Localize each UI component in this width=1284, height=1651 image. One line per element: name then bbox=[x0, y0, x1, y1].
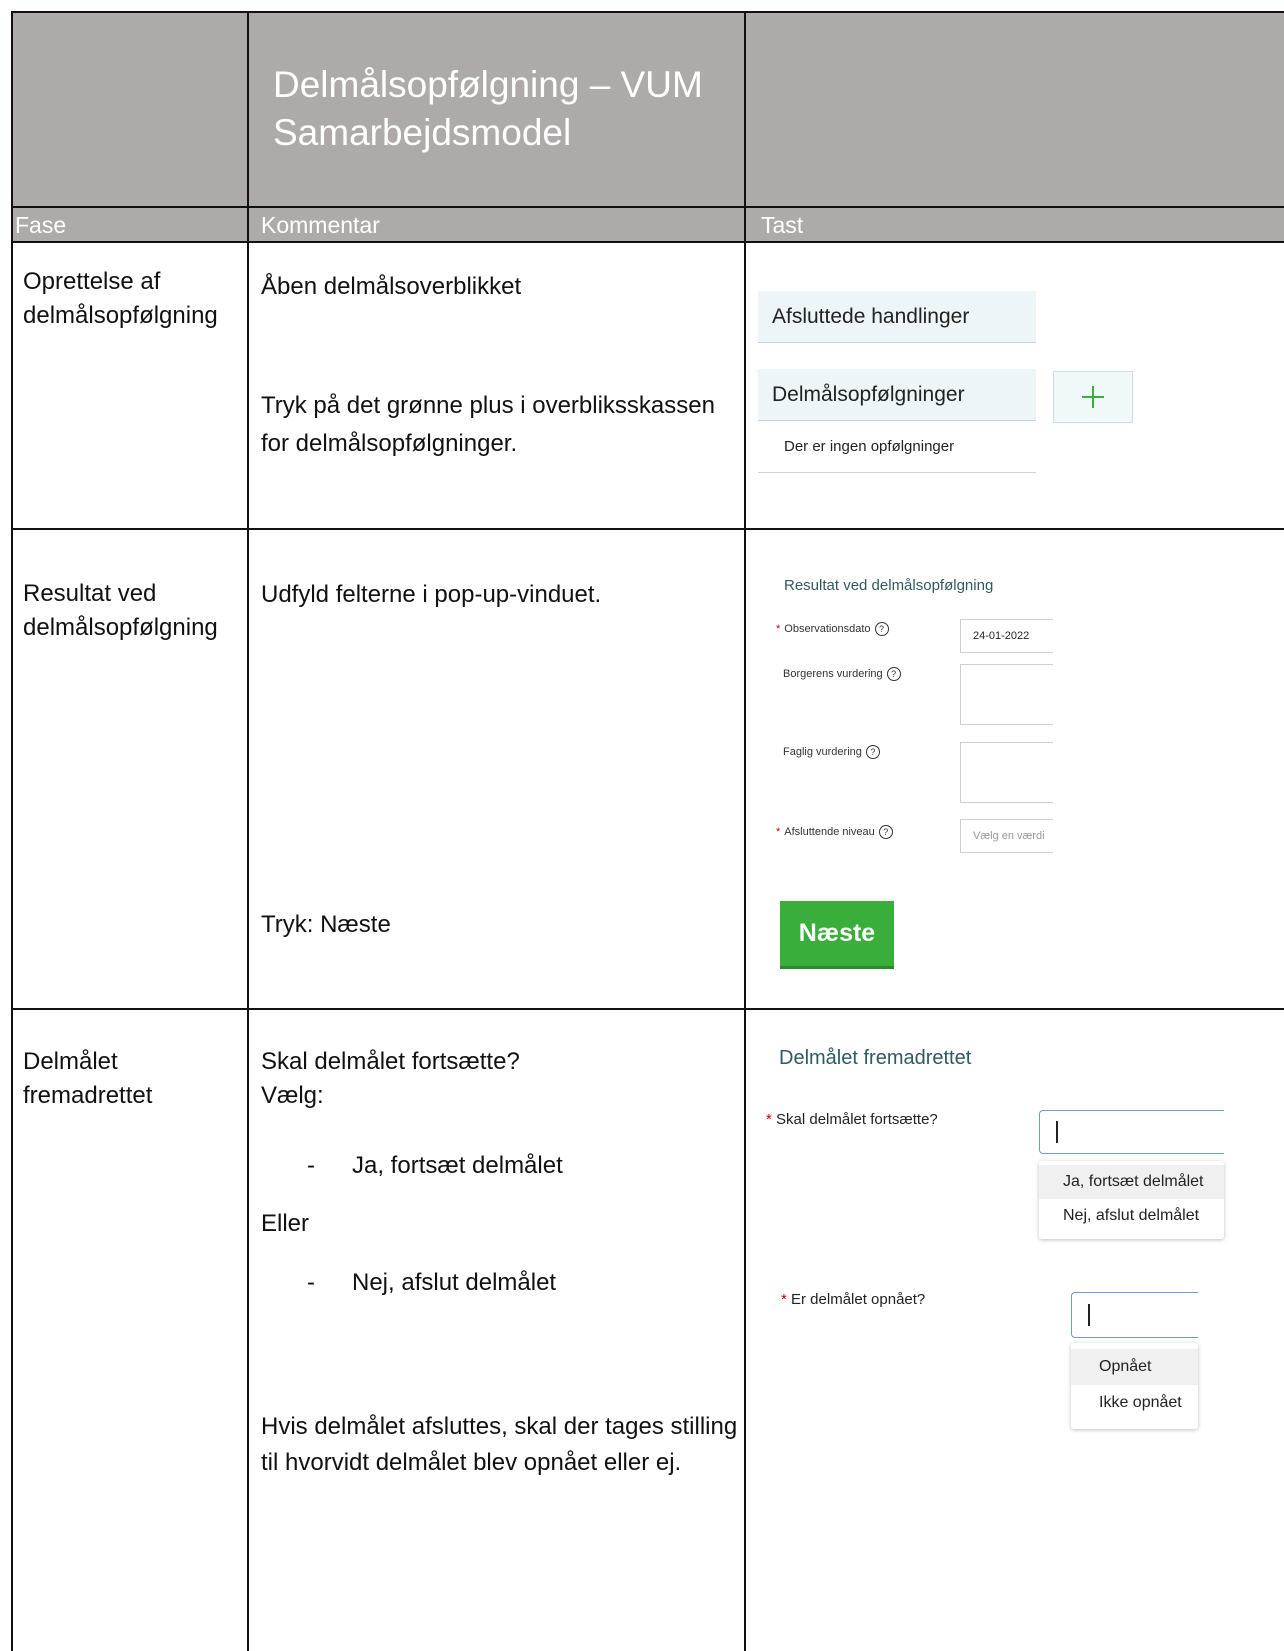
afsluttende-niveau-label: * Afsluttende niveau ? bbox=[776, 825, 893, 839]
row2-fase: Resultat ved delmålsopfølgning bbox=[23, 580, 218, 641]
required-mark: * bbox=[781, 1291, 787, 1308]
panel-title: Delmålsopfølgninger bbox=[772, 382, 965, 406]
table-divider-row1 bbox=[11, 528, 1284, 530]
header-kommentar: Kommentar bbox=[261, 212, 380, 238]
faglig-vurdering-label: Faglig vurdering ? bbox=[783, 745, 880, 759]
achieved-question-label: * Er delmålet opnået? bbox=[781, 1291, 925, 1308]
table-divider-row2 bbox=[11, 1008, 1284, 1010]
dropdown-option-opnaaet[interactable]: Opnået bbox=[1071, 1349, 1198, 1385]
required-mark: * bbox=[776, 826, 781, 838]
continue-select-input[interactable] bbox=[1039, 1110, 1224, 1154]
text-caret bbox=[1056, 1121, 1058, 1143]
table-border-top bbox=[11, 11, 1284, 13]
bullet-dash: - bbox=[307, 1152, 315, 1179]
row3-option-2: Nej, afslut delmålet bbox=[352, 1269, 557, 1296]
section-delmaalet-fremadrettet: Delmålet fremadrettet bbox=[779, 1047, 972, 1069]
row1-fase: Oprettelse af delmålsopfølgning bbox=[23, 268, 218, 329]
label-text: Skal delmålet fortsætte? bbox=[776, 1111, 938, 1128]
table-divider-title bbox=[11, 206, 1284, 208]
borgerens-vurdering-input[interactable] bbox=[960, 664, 1053, 725]
dropdown-option-ja[interactable]: Ja, fortsæt delmålet bbox=[1039, 1165, 1224, 1199]
observationsdato-label: * Observationsdato ? bbox=[776, 622, 889, 636]
dropdown-option-ikke-opnaaet[interactable]: Ikke opnået bbox=[1071, 1385, 1198, 1421]
label-text: Borgerens vurdering bbox=[783, 668, 883, 680]
dropdown-option-nej[interactable]: Nej, afslut delmålet bbox=[1039, 1199, 1224, 1233]
form-section-title: Resultat ved delmålsopfølgning bbox=[784, 577, 994, 594]
achieved-dropdown: Opnået Ikke opnået bbox=[1071, 1343, 1198, 1429]
header-fase: Fase bbox=[15, 212, 67, 238]
next-button[interactable]: Næste bbox=[780, 901, 894, 969]
header-band bbox=[11, 208, 1284, 243]
required-mark: * bbox=[776, 623, 781, 635]
table-divider-header bbox=[11, 241, 1284, 243]
row3-fase: Delmålet fremadrettet bbox=[23, 1048, 153, 1109]
plus-icon bbox=[1082, 386, 1104, 408]
borgerens-vurdering-label: Borgerens vurdering ? bbox=[783, 667, 901, 681]
help-icon[interactable]: ? bbox=[878, 825, 893, 839]
table-border-left bbox=[11, 11, 13, 1651]
row3-or: Eller bbox=[261, 1210, 310, 1237]
panel-empty-message: Der er ingen opfølgninger bbox=[758, 421, 1036, 473]
afsluttende-niveau-select[interactable]: Vælg en værdi bbox=[960, 819, 1053, 853]
document-table: Delmålsopfølgning – VUM Samarbejdsmodel … bbox=[11, 11, 1284, 1651]
input-value: 24-01-2022 bbox=[973, 630, 1030, 642]
panel-delmaalsopfoelgninger[interactable]: Delmålsopfølgninger bbox=[758, 369, 1036, 421]
row3-choose: Vælg: bbox=[261, 1082, 324, 1109]
help-icon[interactable]: ? bbox=[886, 667, 901, 681]
bullet-dash: - bbox=[307, 1269, 315, 1296]
text-caret bbox=[1088, 1304, 1090, 1326]
table-divider-col1 bbox=[247, 11, 249, 1651]
row3-note: Hvis delmålet afsluttes, skal der tages … bbox=[261, 1413, 738, 1476]
panel-afsluttede-handlinger[interactable]: Afsluttede handlinger bbox=[758, 291, 1036, 343]
faglig-vurdering-input[interactable] bbox=[960, 742, 1053, 803]
achieved-select-input[interactable] bbox=[1071, 1292, 1198, 1338]
row2-comment-2: Tryk: Næste bbox=[261, 911, 391, 938]
row1-comment-1: Åben delmålsoverblikket bbox=[261, 273, 522, 300]
add-followup-button[interactable] bbox=[1053, 371, 1133, 423]
document-title: Delmålsopfølgning – VUM Samarbejdsmodel bbox=[273, 64, 703, 153]
help-icon[interactable]: ? bbox=[874, 622, 889, 636]
empty-message: Der er ingen opfølgninger bbox=[784, 438, 955, 455]
panel-title: Afsluttede handlinger bbox=[772, 304, 970, 328]
label-text: Er delmålet opnået? bbox=[791, 1291, 926, 1308]
continue-question-label: * Skal delmålet fortsætte? bbox=[766, 1111, 938, 1128]
help-icon[interactable]: ? bbox=[865, 745, 880, 759]
label-text: Afsluttende niveau bbox=[784, 826, 875, 838]
row3-option-1: Ja, fortsæt delmålet bbox=[352, 1152, 563, 1179]
row1-comment-2: Tryk på det grønne plus i overbliksskass… bbox=[261, 392, 715, 457]
header-tast: Tast bbox=[761, 212, 804, 238]
table-divider-col2 bbox=[744, 11, 746, 1651]
row3-question: Skal delmålet fortsætte? bbox=[261, 1048, 520, 1075]
label-text: Observationsdato bbox=[784, 623, 871, 635]
label-text: Faglig vurdering bbox=[783, 746, 862, 758]
row2-comment-1: Udfyld felterne i pop-up-vinduet. bbox=[261, 581, 602, 608]
select-placeholder: Vælg en værdi bbox=[973, 830, 1045, 842]
continue-dropdown: Ja, fortsæt delmålet Nej, afslut delmåle… bbox=[1039, 1161, 1224, 1239]
required-mark: * bbox=[766, 1111, 772, 1128]
observationsdato-input[interactable]: 24-01-2022 bbox=[960, 619, 1053, 653]
